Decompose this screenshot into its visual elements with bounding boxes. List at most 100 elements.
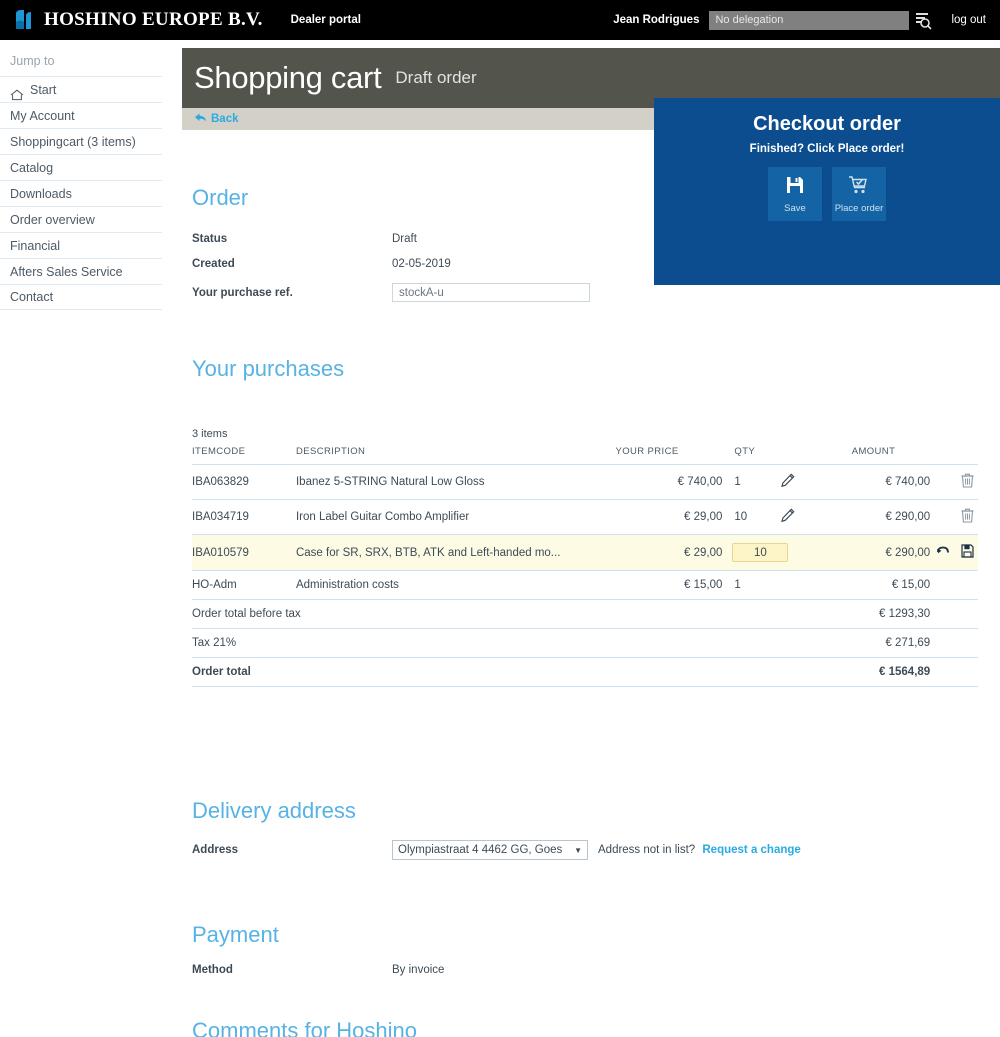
- back-link[interactable]: Back: [211, 113, 239, 125]
- address-label: Address: [192, 844, 239, 856]
- row-itemcode: IBA063829: [192, 464, 296, 500]
- row-qty: 10: [722, 499, 768, 535]
- row-qty: 1: [722, 464, 768, 500]
- row-price: € 29,00: [615, 534, 723, 571]
- sidebar-item-catalog[interactable]: Catalog: [0, 154, 162, 180]
- cart-table: ITEMCODE DESCRIPTION YOUR PRICE QTY AMOU…: [192, 446, 978, 687]
- checkout-subtitle: Finished? Click Place order!: [749, 143, 905, 155]
- total-value: € 1564,89: [851, 657, 931, 687]
- order-status-row: Status Draft: [192, 233, 752, 245]
- comments-section: Comments for Hoshino: [192, 1018, 752, 1037]
- top-header-bar: HOSHINO EUROPE B.V. Dealer portal Jean R…: [0, 0, 1000, 40]
- order-created-row: Created 02-05-2019: [192, 258, 752, 270]
- row-actions: [930, 570, 978, 600]
- order-status-value: Draft: [392, 233, 417, 245]
- items-count: 3 items: [192, 428, 228, 440]
- comments-heading: Comments for Hoshino: [192, 1018, 417, 1037]
- sidebar-item-label: Start: [30, 82, 57, 97]
- save-button-label: Save: [784, 202, 806, 214]
- row-actions: [930, 464, 978, 500]
- pencil-icon[interactable]: [780, 473, 795, 491]
- sidebar-item-downloads[interactable]: Downloads: [0, 180, 162, 206]
- row-edit-cell: [767, 570, 852, 600]
- total-row-before-tax: Order total before tax € 1293,30: [192, 599, 978, 629]
- purchases-section: Your purchases 3 items ITEMCODE DESCRIPT…: [192, 356, 978, 687]
- sidebar-item-financial[interactable]: Financial: [0, 232, 162, 258]
- order-status-label: Status: [192, 233, 228, 245]
- sidebar-item-my-account[interactable]: My Account: [0, 102, 162, 128]
- row-price: € 29,00: [615, 499, 723, 535]
- table-row[interactable]: IBA063829 Ibanez 5-STRING Natural Low Gl…: [192, 464, 978, 500]
- place-order-button[interactable]: Place order: [832, 167, 886, 221]
- sidebar-item-label: My Account: [10, 108, 75, 123]
- payment-section: Payment Method By invoice: [192, 922, 752, 989]
- sidebar-item-label: Shoppingcart (3 items): [10, 134, 136, 149]
- row-price: € 15,00: [615, 570, 723, 600]
- delivery-address-section: Delivery address Address Olympiastraat 4…: [192, 798, 892, 860]
- table-row[interactable]: HO-Adm Administration costs € 15,00 1 € …: [192, 570, 978, 600]
- sidebar-heading: Jump to: [10, 54, 55, 68]
- col-header-actions: [930, 446, 978, 465]
- address-note-text: Address not in list?: [598, 844, 696, 856]
- request-change-link[interactable]: Request a change: [702, 844, 800, 856]
- total-spacer: [930, 657, 978, 687]
- row-amount: € 290,00: [851, 534, 931, 571]
- total-value: € 1293,30: [851, 599, 931, 629]
- row-description: Case for SR, SRX, BTB, ATK and Left-hand…: [295, 534, 616, 571]
- row-amount: € 740,00: [851, 464, 931, 500]
- save-button[interactable]: Save: [768, 167, 822, 221]
- search-list-icon[interactable]: [913, 10, 935, 30]
- col-header-your-price: YOUR PRICE: [615, 446, 723, 465]
- purchases-heading: Your purchases: [192, 356, 345, 381]
- order-section: Order Status Draft Created 02-05-2019 Yo…: [192, 185, 752, 315]
- purchase-ref-input[interactable]: [392, 283, 590, 302]
- qty-input[interactable]: [732, 543, 789, 562]
- floppy-disk-icon[interactable]: [961, 544, 974, 561]
- table-header-row: ITEMCODE DESCRIPTION YOUR PRICE QTY AMOU…: [192, 446, 978, 465]
- brand-logo[interactable]: HOSHINO EUROPE B.V.: [14, 9, 263, 31]
- total-label: Order total: [192, 657, 852, 687]
- row-description: Administration costs: [295, 570, 616, 600]
- sidebar-item-label: Downloads: [10, 186, 72, 201]
- total-row-tax: Tax 21% € 271,69: [192, 628, 978, 658]
- total-label: Tax 21%: [192, 628, 852, 658]
- col-header-edit: [767, 446, 852, 465]
- order-created-value: 02-05-2019: [392, 258, 451, 270]
- chevron-down-icon: ▼: [574, 845, 582, 855]
- delegation-select[interactable]: No delegation: [709, 10, 910, 30]
- logout-link[interactable]: log out: [951, 14, 986, 26]
- row-amount: € 290,00: [851, 499, 931, 535]
- home-icon: [10, 84, 24, 100]
- total-row-order-total: Order total € 1564,89: [192, 657, 978, 687]
- row-actions: [930, 534, 978, 571]
- payment-heading: Payment: [192, 922, 279, 947]
- address-row: Address Olympiastraat 4 4462 GG, Goes ▼ …: [192, 840, 892, 860]
- total-spacer: [930, 599, 978, 629]
- back-arrow-icon: [194, 112, 207, 126]
- order-heading: Order: [192, 185, 249, 210]
- sidebar-item-shoppingcart[interactable]: Shoppingcart (3 items): [0, 128, 162, 154]
- order-created-label: Created: [192, 258, 235, 270]
- undo-icon[interactable]: [936, 545, 950, 561]
- sidebar-item-contact[interactable]: Contact: [0, 284, 162, 310]
- sidebar-nav: Jump to Start My Account Shoppingcart (3…: [0, 40, 162, 1037]
- trash-icon[interactable]: [961, 473, 974, 491]
- table-row[interactable]: IBA034719 Iron Label Guitar Combo Amplif…: [192, 499, 978, 535]
- address-select[interactable]: Olympiastraat 4 4462 GG, Goes ▼: [392, 840, 588, 860]
- payment-method-value: By invoice: [392, 964, 445, 976]
- table-row-editing[interactable]: IBA010579 Case for SR, SRX, BTB, ATK and…: [192, 534, 978, 571]
- col-header-description: DESCRIPTION: [295, 446, 616, 465]
- pencil-icon[interactable]: [780, 508, 795, 526]
- sidebar-item-after-sales-service[interactable]: Afters Sales Service: [0, 258, 162, 284]
- sidebar-item-label: Afters Sales Service: [10, 264, 123, 279]
- row-itemcode: IBA034719: [192, 499, 296, 535]
- total-value: € 271,69: [851, 628, 931, 658]
- sidebar-item-order-overview[interactable]: Order overview: [0, 206, 162, 232]
- trash-icon[interactable]: [961, 508, 974, 526]
- sidebar-item-label: Order overview: [10, 212, 95, 227]
- total-spacer: [930, 628, 978, 658]
- sidebar-item-start[interactable]: Start: [0, 76, 162, 102]
- row-description: Iron Label Guitar Combo Amplifier: [295, 499, 616, 535]
- address-select-value: Olympiastraat 4 4462 GG, Goes: [398, 844, 563, 856]
- page-title: Shopping cart: [194, 60, 382, 95]
